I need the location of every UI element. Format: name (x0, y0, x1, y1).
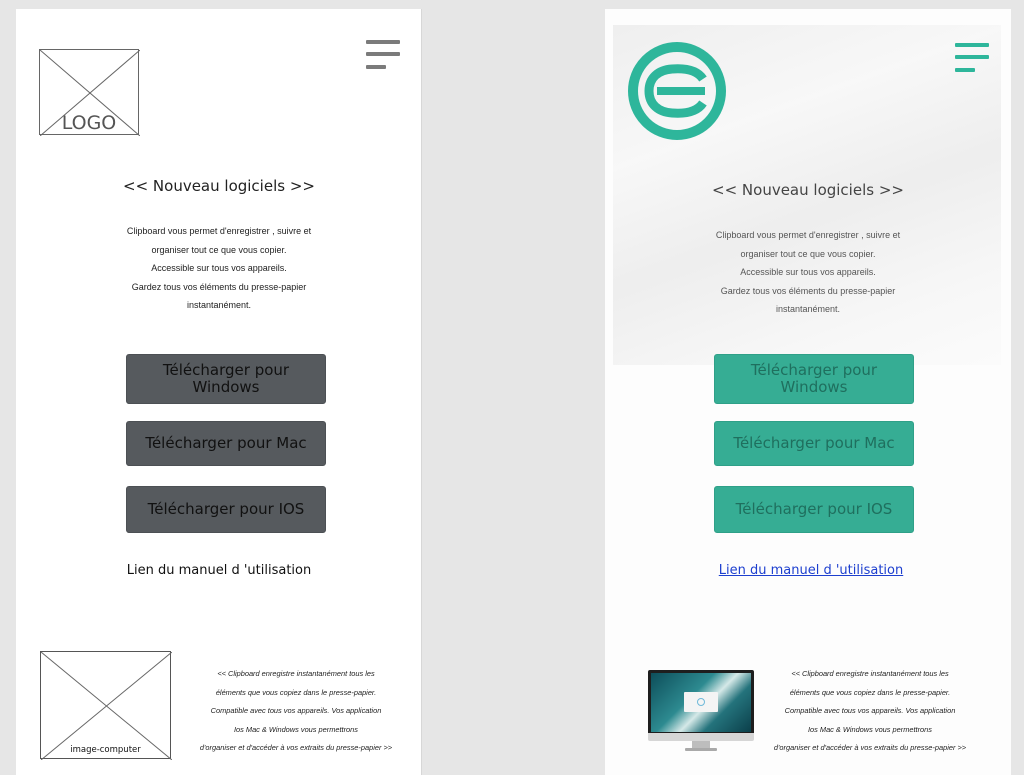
description-line: instantanément. (775, 304, 841, 314)
tagline: << Nouveau logiciels >> (123, 177, 315, 195)
tagline: << Nouveau logiciels >> (712, 181, 904, 199)
footer-text: << Clipboard enregistre instantanément t… (171, 665, 421, 758)
logo-placeholder-label: LOGO (61, 112, 117, 134)
download-windows-button[interactable]: Télécharger pour Windows (126, 354, 326, 404)
mockup-artboard: << Nouveau logiciels >> Clipboard vous p… (605, 9, 1011, 775)
dialog-icon (684, 692, 718, 712)
footer-line: << Clipboard enregistre instantanément t… (217, 669, 375, 678)
download-windows-button[interactable]: Télécharger pour Windows (714, 354, 914, 404)
placeholder-cross-icon (41, 652, 172, 760)
description: Clipboard vous permet d'enregistrer , su… (605, 226, 1011, 319)
image-placeholder: image-computer (40, 651, 172, 760)
description-line: Accessible sur tous vos appareils. (740, 267, 876, 277)
download-mac-button[interactable]: Télécharger pour Mac (714, 421, 914, 466)
monitor-chin (648, 733, 754, 741)
footer-line: éléments que vous copiez dans le presse-… (215, 687, 377, 697)
description-line: Clipboard vous permet d'enregistrer , su… (715, 230, 901, 240)
description-line: Gardez tous vos éléments du presse-papie… (131, 281, 307, 292)
description-line: instantanément. (186, 300, 252, 310)
footer-line: Ios Mac & Windows vous permettrons (234, 724, 358, 734)
monitor-screen (648, 670, 754, 735)
manual-link[interactable]: Lien du manuel d 'utilisation (608, 563, 1011, 578)
description-line: Gardez tous vos éléments du presse-papie… (720, 285, 896, 296)
monitor-base (685, 748, 717, 751)
description-line: Accessible sur tous vos appareils. (151, 263, 287, 273)
footer-line: Ios Mac & Windows vous permettrons (808, 724, 932, 734)
download-mac-button[interactable]: Télécharger pour Mac (126, 421, 326, 466)
footer-line: d'organiser et d'accéder à vos extraits … (773, 743, 967, 752)
footer-line: Compatible avec tous vos appareils. Vos … (210, 706, 382, 715)
download-windows-label: Télécharger pour Windows (162, 361, 290, 396)
description-line: Clipboard vous permet d'enregistrer , su… (126, 226, 312, 236)
image-placeholder-label: image-computer (70, 745, 141, 755)
download-ios-button[interactable]: Télécharger pour IOS (126, 486, 326, 533)
hamburger-icon[interactable] (366, 40, 400, 72)
footer-text: << Clipboard enregistre instantanément t… (745, 665, 995, 758)
download-ios-button[interactable]: Télécharger pour IOS (714, 486, 914, 533)
wireframe-artboard: LOGO << Nouveau logiciels >> Clipboard v… (16, 9, 422, 775)
description: Clipboard vous permet d'enregistrer , su… (16, 222, 421, 315)
brand-logo-icon (628, 42, 726, 140)
download-windows-label: Télécharger pour Windows (750, 361, 878, 396)
footer-line: << Clipboard enregistre instantanément t… (791, 669, 949, 678)
manual-link[interactable]: Lien du manuel d 'utilisation (16, 563, 421, 578)
description-line: organiser tout ce que vous copier. (151, 244, 287, 255)
logo-placeholder: LOGO (39, 49, 140, 136)
footer-line: Compatible avec tous vos appareils. Vos … (784, 706, 956, 715)
footer-line: d'organiser et d'accéder à vos extraits … (199, 743, 393, 752)
computer-image (648, 670, 754, 754)
footer-line: éléments que vous copiez dans le presse-… (789, 687, 951, 697)
description-line: organiser tout ce que vous copier. (740, 248, 876, 259)
hamburger-icon[interactable] (955, 43, 989, 75)
